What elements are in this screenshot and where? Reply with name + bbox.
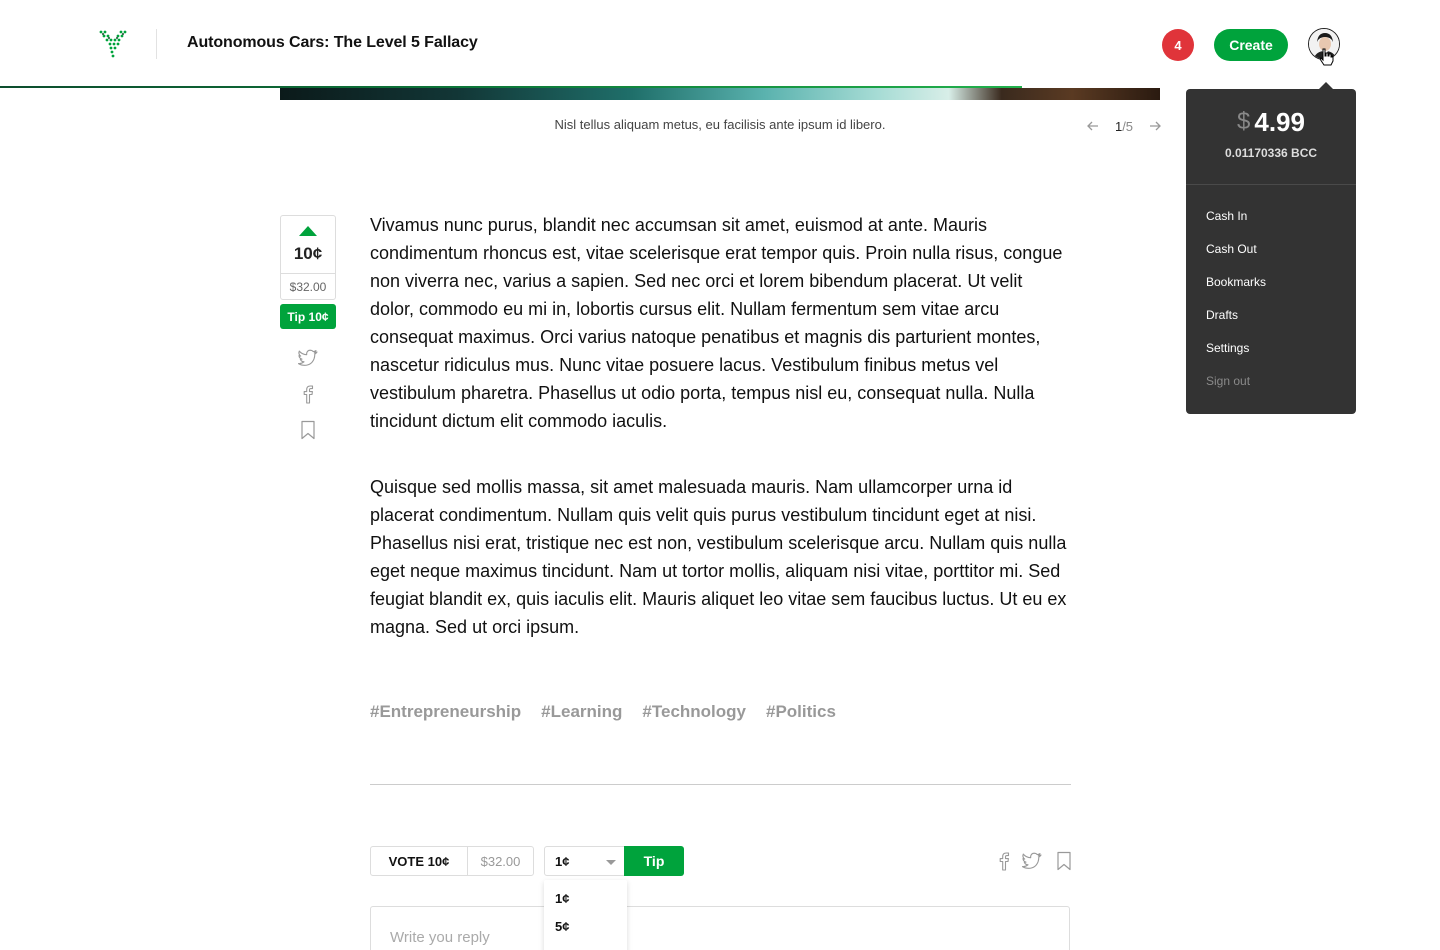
tip-amount-dropdown: 1¢ 5¢ xyxy=(544,880,627,950)
image-pager: 1/5 xyxy=(1086,116,1162,136)
menu-item-cash-out[interactable]: Cash Out xyxy=(1206,242,1257,256)
facebook-icon[interactable] xyxy=(297,383,319,405)
caret-down-icon xyxy=(606,860,616,865)
menu-item-bookmarks[interactable]: Bookmarks xyxy=(1206,275,1266,289)
tip-option[interactable]: 1¢ xyxy=(555,891,569,906)
tip-option[interactable]: 5¢ xyxy=(555,919,569,934)
arrow-right-icon[interactable] xyxy=(1148,119,1162,133)
tip-amount-selected: 1¢ xyxy=(555,853,570,869)
header-divider xyxy=(156,29,157,59)
vote-widget: 10¢ $32.00 xyxy=(280,215,336,300)
menu-item-drafts[interactable]: Drafts xyxy=(1206,308,1238,322)
article-paragraph: Quisque sed mollis massa, sit amet males… xyxy=(370,477,1067,637)
page-title: Autonomous Cars: The Level 5 Fallacy xyxy=(187,34,478,51)
vote-button[interactable]: VOTE 10¢ xyxy=(370,846,468,876)
vote-total: $32.00 xyxy=(289,280,327,294)
bcc-balance: 0.01170336 BCC xyxy=(1224,146,1318,160)
currency-symbol: $ xyxy=(1237,108,1251,135)
bookmark-icon[interactable] xyxy=(1053,850,1075,872)
arrow-left-icon[interactable] xyxy=(1086,119,1100,133)
tag-entrepreneurship[interactable]: #Entrepreneurship xyxy=(370,702,521,722)
menu-item-cash-in[interactable]: Cash In xyxy=(1206,209,1247,223)
article-paragraph: Vivamus nunc purus, blandit nec accumsan… xyxy=(370,215,1063,431)
tip-button[interactable]: Tip xyxy=(624,846,684,876)
bookmark-icon[interactable] xyxy=(297,419,319,441)
tag-politics[interactable]: #Politics xyxy=(766,702,836,722)
wallet-balance: $4.99 xyxy=(1186,107,1356,138)
menu-item-settings[interactable]: Settings xyxy=(1206,341,1249,355)
image-caption: Nisl tellus aliquam metus, eu facilisis … xyxy=(554,117,886,132)
menu-item-sign-out[interactable]: Sign out xyxy=(1206,374,1250,388)
create-button[interactable]: Create xyxy=(1214,29,1288,61)
balance-amount: 4.99 xyxy=(1254,107,1305,137)
facebook-icon[interactable] xyxy=(993,850,1015,872)
tag-learning[interactable]: #Learning xyxy=(541,702,622,722)
twitter-icon[interactable] xyxy=(1021,850,1043,872)
pointer-cursor-icon xyxy=(1319,48,1334,66)
tip-button-side[interactable]: Tip 10¢ xyxy=(280,304,336,329)
hero-image[interactable] xyxy=(280,88,1160,100)
tip-amount-select[interactable]: 1¢ xyxy=(544,846,626,876)
pager-total: /5 xyxy=(1122,118,1134,134)
account-menu: $4.99 0.01170336 BCC Cash In Cash Out Bo… xyxy=(1186,89,1356,414)
notification-badge[interactable]: 4 xyxy=(1162,29,1194,61)
logo-icon[interactable] xyxy=(99,29,127,59)
content-divider xyxy=(370,784,1071,785)
tag-list: #Entrepreneurship #Learning #Technology … xyxy=(370,702,836,722)
twitter-icon[interactable] xyxy=(297,347,319,369)
reading-progress-bar xyxy=(0,86,1023,88)
vote-amount: 10¢ xyxy=(293,244,323,263)
menu-divider xyxy=(1186,184,1356,185)
tag-technology[interactable]: #Technology xyxy=(642,702,746,722)
vote-total-bottom: $32.00 xyxy=(467,846,534,876)
top-header: Autonomous Cars: The Level 5 Fallacy 4 C… xyxy=(0,0,1440,88)
vote-divider xyxy=(281,273,335,274)
upvote-icon[interactable] xyxy=(298,225,318,237)
reply-placeholder: Write you reply xyxy=(390,929,490,946)
